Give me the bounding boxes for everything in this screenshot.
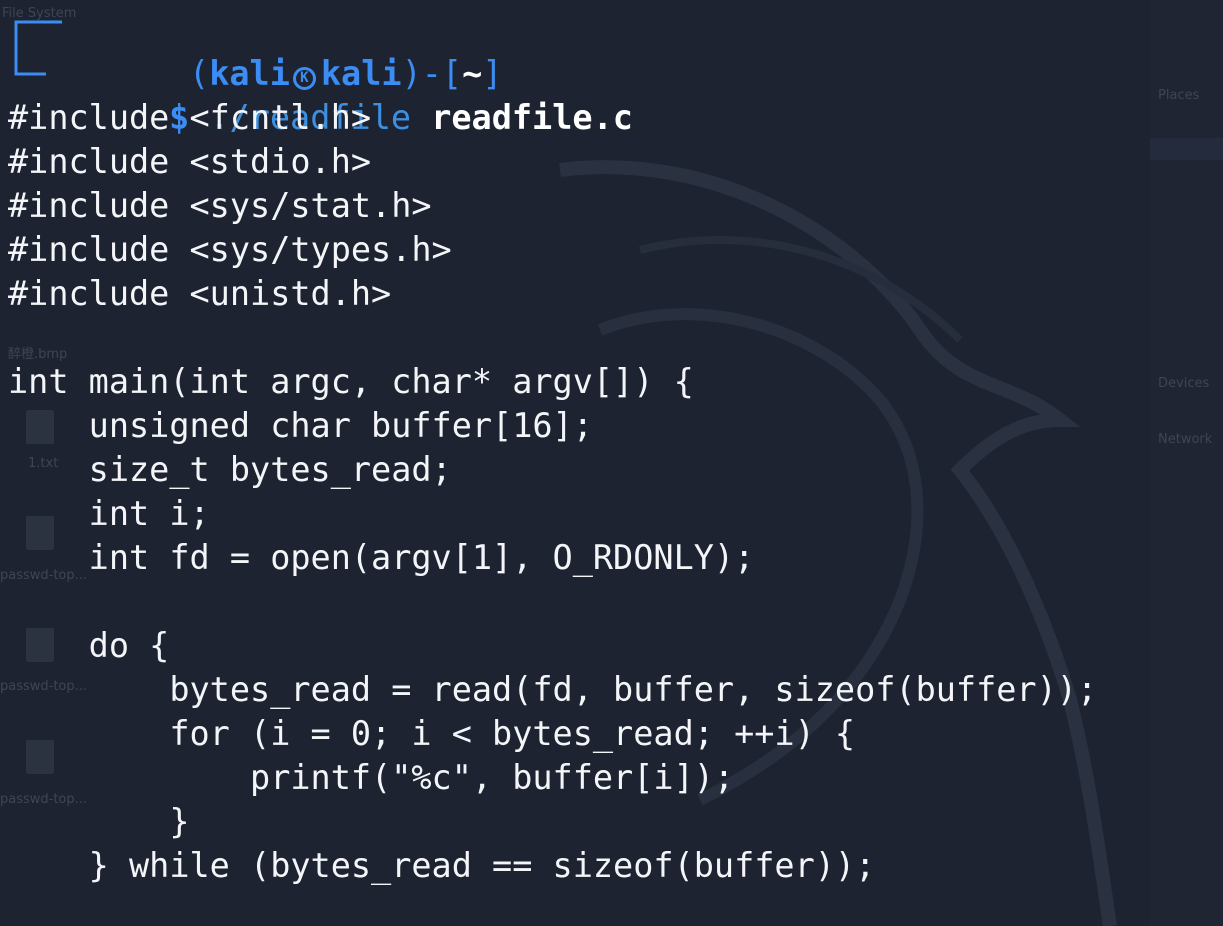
output-line: int fd = open(argv[1], O_RDONLY); [8,538,755,577]
output-line: #include <unistd.h> [8,274,392,313]
output-line: #include <sys/types.h> [8,230,452,269]
output-line: int main(int argc, char* argv[]) { [8,362,694,401]
terminal-window[interactable]: (kali Kkali)-[~] $ ./readfile readfile.c … [0,0,1223,926]
command-argument: readfile.c [431,98,633,137]
output-line: } while (bytes_read == sizeof(buffer)); [8,846,876,885]
output-line: printf("%c", buffer[i]); [8,758,735,797]
prompt-frame-corner-icon [14,52,46,76]
output-line: #include <sys/stat.h> [8,186,432,225]
output-line: #include <stdio.h> [8,142,372,181]
prompt-line-2: $ ./readfile readfile.c [8,52,633,137]
output-line: int i; [8,494,210,533]
output-line: for (i = 0; i < bytes_read; ++i) { [8,714,856,753]
output-line: #include <fcntl.h> [8,98,372,137]
output-line: } [8,802,190,841]
prompt-line-1: (kali Kkali)-[~] [8,8,502,93]
output-line: bytes_read = read(fd, buffer, sizeof(buf… [8,670,1098,709]
output-line: size_t bytes_read; [8,450,452,489]
prompt-frame-icon [14,20,62,52]
output-line: do { [8,626,170,665]
output-line: unsigned char buffer[16]; [8,406,593,445]
